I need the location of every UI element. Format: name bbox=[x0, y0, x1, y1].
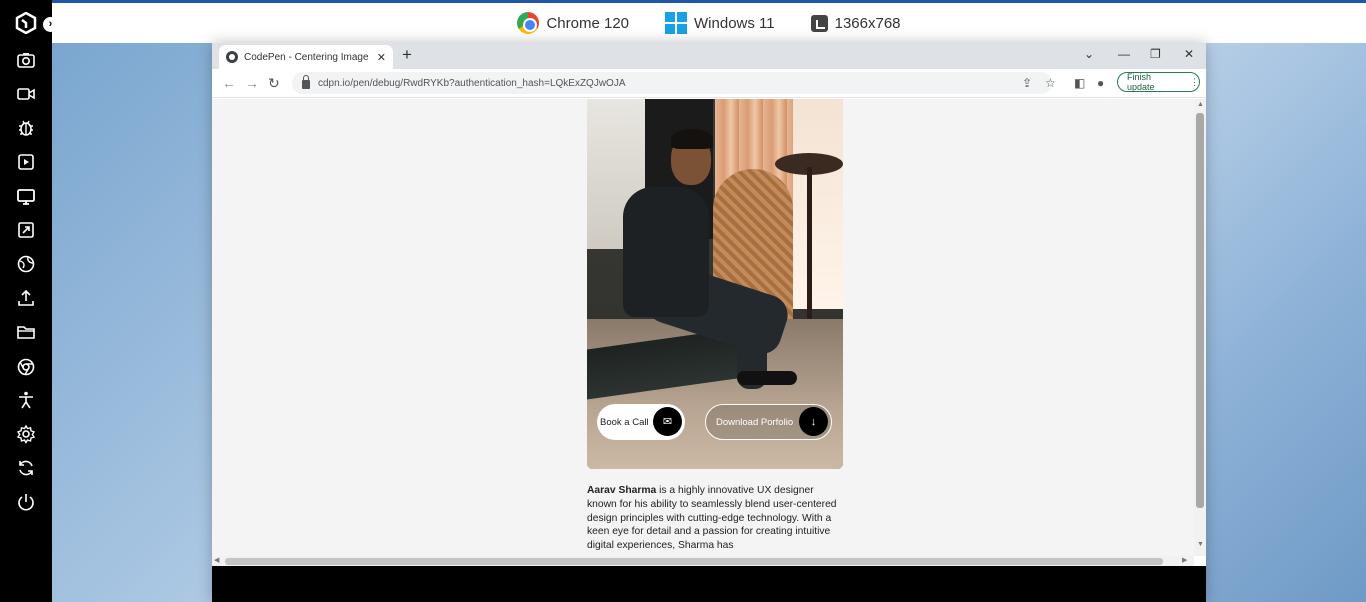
tab-strip: CodePen - Centering Image in C ✕ + ⌄ — ❐… bbox=[212, 43, 1206, 69]
download-portfolio-label: Download Porfolio bbox=[716, 416, 794, 428]
globe-icon[interactable] bbox=[16, 254, 36, 274]
video-icon[interactable] bbox=[16, 84, 36, 104]
browser-toolbar: ← → ↻ cdpn.io/pen/debug/RwdRYKb?authenti… bbox=[212, 69, 1206, 98]
address-bar[interactable]: cdpn.io/pen/debug/RwdRYKb?authentication… bbox=[292, 72, 1052, 94]
vertical-scrollbar[interactable]: ▲ ▼ bbox=[1194, 99, 1206, 556]
back-button[interactable]: ← bbox=[222, 75, 236, 91]
scroll-right-icon[interactable]: ▶ bbox=[1182, 556, 1187, 564]
profile-photo: Book a Call ✉ Download Porfolio ↓ bbox=[587, 99, 843, 469]
sidebar-expand-button[interactable]: › bbox=[43, 17, 58, 32]
close-window-button[interactable]: ✕ bbox=[1184, 47, 1194, 61]
bio-paragraph: Aarav Sharma is a highly innovative UX d… bbox=[587, 484, 843, 553]
browser-window: CodePen - Centering Image in C ✕ + ⌄ — ❐… bbox=[212, 43, 1206, 602]
resolution-info: 1366x768 bbox=[810, 14, 901, 32]
forward-button[interactable]: → bbox=[245, 75, 259, 91]
bookmark-star-icon[interactable]: ☆ bbox=[1045, 76, 1056, 90]
resolution-icon bbox=[810, 14, 828, 32]
minimize-button[interactable]: — bbox=[1118, 47, 1130, 61]
settings-icon[interactable] bbox=[16, 424, 36, 444]
camera-icon[interactable] bbox=[16, 50, 36, 70]
os-info: Windows 11 bbox=[665, 12, 775, 34]
book-call-label: Book a Call bbox=[600, 416, 649, 428]
upload-icon[interactable] bbox=[16, 288, 36, 308]
scroll-left-icon[interactable]: ◀ bbox=[214, 556, 219, 564]
side-panel-icon[interactable]: ◧ bbox=[1074, 76, 1085, 90]
share-icon[interactable]: ⇪ bbox=[1022, 76, 1032, 90]
mail-icon: ✉ bbox=[653, 407, 682, 436]
codepen-favicon-icon bbox=[226, 51, 238, 63]
power-icon[interactable] bbox=[16, 492, 36, 512]
windows-logo-icon bbox=[665, 12, 688, 34]
download-portfolio-button[interactable]: Download Porfolio ↓ bbox=[705, 404, 832, 440]
browser-version: Chrome 120 bbox=[546, 14, 630, 32]
url-text[interactable]: cdpn.io/pen/debug/RwdRYKb?authentication… bbox=[318, 78, 626, 89]
page-viewport: Book a Call ✉ Download Porfolio ↓ Aarav … bbox=[212, 99, 1194, 556]
accessibility-icon[interactable] bbox=[16, 390, 36, 410]
horizontal-scroll-thumb[interactable] bbox=[225, 558, 1163, 565]
resolution-value: 1366x768 bbox=[834, 14, 901, 32]
chrome-logo-icon bbox=[517, 12, 540, 34]
lambdatest-logo-icon[interactable] bbox=[15, 11, 37, 35]
tab-close-icon[interactable]: ✕ bbox=[377, 51, 386, 64]
monitor-icon[interactable] bbox=[16, 187, 36, 207]
chrome-icon[interactable] bbox=[16, 357, 36, 377]
bio-name: Aarav Sharma bbox=[587, 485, 657, 496]
horizontal-scrollbar[interactable]: ◀ ▶ bbox=[212, 556, 1194, 566]
finish-update-label: Finish update bbox=[1127, 72, 1155, 92]
tab-search-icon[interactable]: ⌄ bbox=[1084, 47, 1094, 61]
profile-icon[interactable]: ● bbox=[1097, 76, 1104, 90]
book-call-button[interactable]: Book a Call ✉ bbox=[597, 404, 685, 440]
scroll-up-icon[interactable]: ▲ bbox=[1197, 101, 1204, 108]
browser-info: Chrome 120 bbox=[517, 12, 629, 34]
tab-title: CodePen - Centering Image in C bbox=[244, 51, 371, 63]
new-tab-button[interactable]: + bbox=[402, 46, 412, 64]
menu-dots-icon[interactable]: ⋮ bbox=[1190, 77, 1199, 88]
os-version: Windows 11 bbox=[694, 14, 775, 32]
bug-icon[interactable] bbox=[16, 118, 36, 138]
session-info-bar: Chrome 120 Windows 11 1366x768 bbox=[52, 0, 1366, 43]
switch-icon[interactable] bbox=[16, 458, 36, 478]
lock-icon bbox=[302, 75, 310, 89]
resize-icon[interactable] bbox=[16, 220, 36, 240]
folder-icon[interactable] bbox=[16, 322, 36, 342]
scroll-down-icon[interactable]: ▼ bbox=[1197, 541, 1204, 548]
playback-icon[interactable] bbox=[16, 152, 36, 172]
reload-button[interactable]: ↻ bbox=[268, 75, 280, 92]
vertical-scroll-thumb[interactable] bbox=[1196, 113, 1204, 508]
arrow-down-icon: ↓ bbox=[799, 407, 828, 436]
restore-button[interactable]: ❐ bbox=[1150, 47, 1161, 61]
bottom-black-bar bbox=[212, 566, 1206, 602]
finish-update-button[interactable]: Finish update ⋮ bbox=[1117, 72, 1200, 92]
sidebar: › bbox=[0, 0, 58, 602]
tab-codepen[interactable]: CodePen - Centering Image in C ✕ bbox=[219, 45, 393, 69]
